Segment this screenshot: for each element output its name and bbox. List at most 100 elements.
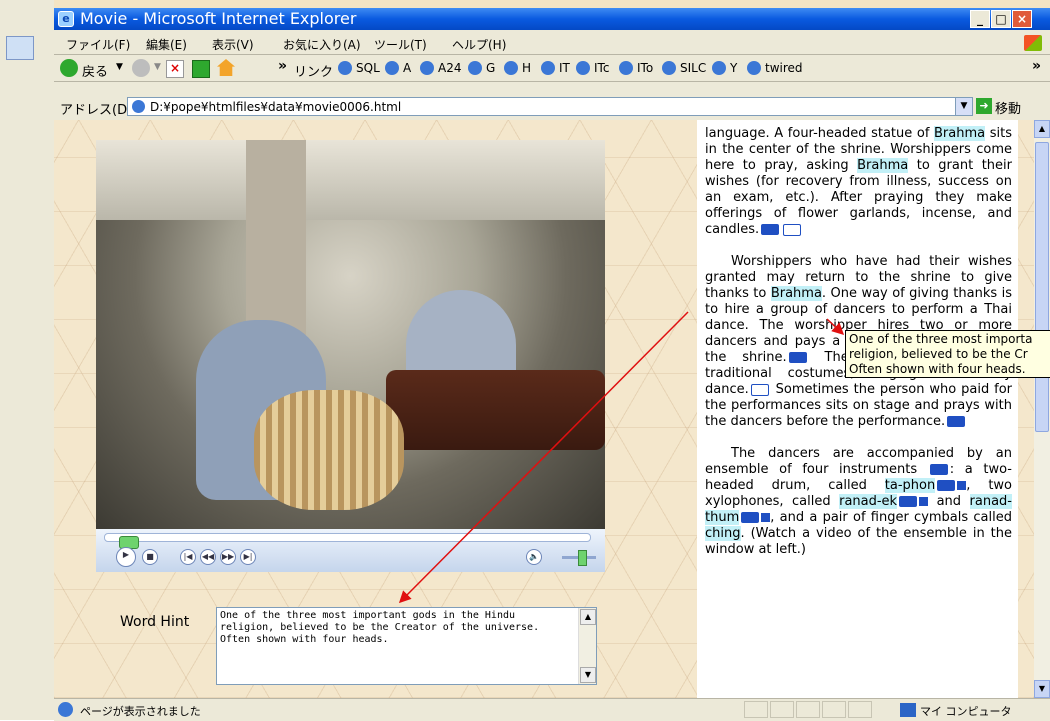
- minimize-button[interactable]: _: [970, 10, 990, 28]
- camera-icon[interactable]: [741, 512, 760, 523]
- stop-button[interactable]: ■: [142, 549, 158, 565]
- menu-file[interactable]: ファイル(F): [66, 36, 130, 53]
- ie-logo-icon: e: [58, 11, 74, 27]
- play-button[interactable]: ▶: [116, 547, 136, 567]
- address-bar: アドレス(D) D:¥pope¥htmlfiles¥data¥movie0006…: [54, 94, 1050, 120]
- status-text: ページが表示されました: [80, 705, 201, 718]
- video-frame[interactable]: [96, 140, 605, 529]
- text-run: language. A four-headed statue of: [705, 126, 935, 141]
- toolbar: 戻る ▼ ▼ × » リンク SQL A A24 G H IT ITc ITo …: [54, 55, 1050, 82]
- forward-dropdown-icon[interactable]: ▼: [154, 62, 161, 72]
- seek-bar[interactable]: [104, 533, 591, 549]
- rewind-button[interactable]: ◀◀: [200, 549, 216, 565]
- camera-icon[interactable]: [899, 496, 918, 507]
- link-a24[interactable]: A24: [438, 61, 461, 75]
- link-itc[interactable]: ITc: [594, 61, 609, 75]
- menu-view[interactable]: 表示(V): [212, 36, 254, 53]
- link-y[interactable]: Y: [730, 61, 737, 75]
- camera-icon[interactable]: [947, 416, 966, 427]
- link-page-icon: [662, 61, 676, 75]
- article-paragraph: language. A four-headed statue of Brahma…: [705, 126, 1012, 238]
- go-arrow-icon[interactable]: ➜: [976, 98, 992, 114]
- keyword-ching[interactable]: ching: [705, 526, 741, 541]
- camera-icon[interactable]: [937, 480, 956, 491]
- link-a[interactable]: A: [403, 61, 411, 75]
- speaker-icon[interactable]: [957, 481, 967, 490]
- link-it[interactable]: IT: [559, 61, 570, 75]
- next-button[interactable]: ▶|: [240, 549, 256, 565]
- word-hint-label: Word Hint: [120, 614, 190, 630]
- scroll-up-icon[interactable]: ▲: [580, 609, 596, 625]
- maximize-button[interactable]: □: [991, 10, 1011, 28]
- link-sql[interactable]: SQL: [356, 61, 380, 75]
- link-g[interactable]: G: [486, 61, 495, 75]
- keyword-brahma[interactable]: Brahma: [934, 126, 986, 141]
- link-page-icon: [747, 61, 761, 75]
- home-icon[interactable]: [217, 59, 235, 76]
- menu-tools[interactable]: ツール(T): [374, 36, 427, 53]
- volume-thumb[interactable]: [578, 550, 587, 566]
- background-app-strip: [0, 0, 54, 720]
- link-twired[interactable]: twired: [765, 61, 803, 75]
- link-page-icon: [420, 61, 434, 75]
- scrollbar-thumb[interactable]: [1035, 142, 1049, 432]
- back-dropdown-icon[interactable]: ▼: [116, 62, 123, 72]
- keyword-ranad-ek[interactable]: ranad-ek: [839, 494, 898, 509]
- back-button[interactable]: 戻る: [82, 61, 108, 80]
- word-hint-textarea[interactable]: One of the three most important gods in …: [216, 607, 597, 685]
- camera-icon[interactable]: [788, 352, 807, 363]
- menu-bar: ファイル(F) 編集(E) 表示(V) お気に入り(A) ツール(T) ヘルプ(…: [54, 32, 1050, 55]
- forward-arrow-icon[interactable]: [132, 59, 150, 77]
- video-icon[interactable]: [750, 383, 769, 396]
- address-dropdown-icon[interactable]: ▼: [955, 98, 972, 115]
- refresh-icon[interactable]: [192, 60, 210, 78]
- toolbar-chevron-icon[interactable]: »: [278, 58, 287, 74]
- tooltip-line: Often shown with four heads.: [849, 362, 1026, 376]
- stop-icon[interactable]: ×: [166, 60, 184, 78]
- link-silc[interactable]: SILC: [680, 61, 706, 75]
- link-ito[interactable]: ITo: [637, 61, 653, 75]
- video-scene-wall: [96, 140, 605, 220]
- links-chevron-icon[interactable]: »: [1032, 58, 1041, 74]
- tooltip-line: religion, believed to be the Cr: [849, 347, 1028, 361]
- menu-help[interactable]: ヘルプ(H): [452, 36, 506, 53]
- scroll-up-icon[interactable]: ▲: [1034, 120, 1050, 138]
- camera-icon[interactable]: [929, 464, 948, 475]
- menu-edit[interactable]: 編集(E): [146, 36, 187, 53]
- camera-icon[interactable]: [761, 224, 780, 235]
- address-input[interactable]: D:¥pope¥htmlfiles¥data¥movie0006.html ▼: [127, 97, 973, 116]
- security-zone: マイ コンピュータ: [920, 705, 1012, 718]
- status-segment: [848, 701, 872, 718]
- hint-scrollbar[interactable]: ▲ ▼: [578, 608, 596, 684]
- menu-favorites[interactable]: お気に入り(A): [283, 36, 361, 53]
- scroll-down-icon[interactable]: ▼: [580, 667, 596, 683]
- page-content: ▶ ■ |◀ ◀◀ ▶▶ ▶| 🔈 Word Hint One of the t…: [54, 120, 1034, 698]
- volume-slider[interactable]: [562, 550, 596, 566]
- video-icon[interactable]: [783, 223, 802, 236]
- go-button[interactable]: 移動: [995, 98, 1021, 117]
- status-bar: ページが表示されました マイ コンピュータ: [54, 698, 1050, 721]
- word-hint-text: One of the three most important gods in …: [220, 610, 546, 645]
- link-page-icon: [712, 61, 726, 75]
- status-segment: [796, 701, 820, 718]
- status-segment: [770, 701, 794, 718]
- speaker-icon[interactable]: [761, 513, 771, 522]
- fast-forward-button[interactable]: ▶▶: [220, 549, 236, 565]
- mute-button[interactable]: 🔈: [526, 549, 542, 565]
- close-button[interactable]: ×: [1012, 10, 1032, 28]
- keyword-brahma[interactable]: Brahma: [770, 286, 822, 301]
- address-url[interactable]: D:¥pope¥htmlfiles¥data¥movie0006.html: [150, 100, 401, 114]
- title-bar[interactable]: e Movie - Microsoft Internet Explorer _ …: [54, 8, 1050, 30]
- windows-logo-icon: [1024, 35, 1042, 51]
- keyword-ta-phon[interactable]: ta-phon: [884, 478, 936, 493]
- background-ie-icon[interactable]: [6, 36, 34, 60]
- previous-button[interactable]: |◀: [180, 549, 196, 565]
- speaker-icon[interactable]: [919, 497, 929, 506]
- back-arrow-icon[interactable]: [60, 59, 78, 77]
- scroll-down-icon[interactable]: ▼: [1034, 680, 1050, 698]
- keyword-brahma[interactable]: Brahma: [857, 158, 909, 173]
- link-page-icon: [338, 61, 352, 75]
- page-scrollbar[interactable]: ▲ ▼: [1034, 120, 1050, 698]
- link-h[interactable]: H: [522, 61, 531, 75]
- hover-tooltip: One of the three most importa religion, …: [845, 330, 1050, 378]
